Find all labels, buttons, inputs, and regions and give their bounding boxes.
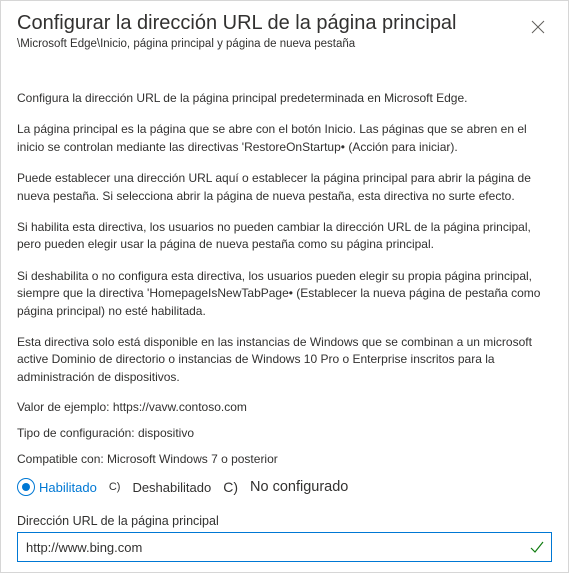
radio-enabled[interactable]: Habilitado bbox=[17, 478, 97, 496]
title-block: Configurar la dirección URL de la página… bbox=[17, 11, 524, 50]
settings-panel: Configurar la dirección URL de la página… bbox=[1, 1, 568, 578]
description-body: Configura la dirección URL de la página … bbox=[17, 90, 552, 386]
description-paragraph: Configura la dirección URL de la página … bbox=[17, 90, 552, 107]
homepage-url-input[interactable] bbox=[17, 532, 552, 562]
radio-icon-selected bbox=[17, 478, 35, 496]
description-paragraph: La página principal es la página que se … bbox=[17, 121, 552, 156]
url-field-wrap bbox=[17, 532, 552, 562]
radio-disabled-label: Deshabilitado bbox=[132, 480, 211, 495]
radio-not-configured[interactable]: No configurado bbox=[250, 479, 348, 495]
close-button[interactable] bbox=[524, 13, 552, 41]
description-paragraph: Puede establecer una dirección URL aquí … bbox=[17, 170, 552, 205]
close-icon bbox=[531, 20, 545, 34]
radio-disabled[interactable]: Deshabilitado bbox=[132, 480, 211, 495]
description-paragraph: Si deshabilita o no configura esta direc… bbox=[17, 268, 552, 320]
breadcrumb: \Microsoft Edge\Inicio, página principal… bbox=[17, 38, 524, 50]
radio-enabled-label: Habilitado bbox=[39, 480, 97, 495]
example-value: Valor de ejemplo: https://vavw.contoso.c… bbox=[17, 400, 552, 414]
marker: C) bbox=[109, 481, 121, 493]
state-radio-group: Habilitado C) Deshabilitado C) No config… bbox=[17, 478, 552, 496]
header: Configurar la dirección URL de la página… bbox=[17, 11, 552, 50]
page-title: Configurar la dirección URL de la página… bbox=[17, 11, 524, 36]
description-paragraph: Si habilita esta directiva, los usuarios… bbox=[17, 219, 552, 254]
marker: C) bbox=[223, 479, 238, 495]
setting-type: Tipo de configuración: dispositivo bbox=[17, 426, 552, 440]
description-paragraph: Esta directiva solo está disponible en l… bbox=[17, 334, 552, 386]
compatible-with: Compatible con: Microsoft Windows 7 o po… bbox=[17, 452, 552, 466]
url-field-label: Dirección URL de la página principal bbox=[17, 514, 552, 528]
radio-not-configured-label: No configurado bbox=[250, 479, 348, 495]
